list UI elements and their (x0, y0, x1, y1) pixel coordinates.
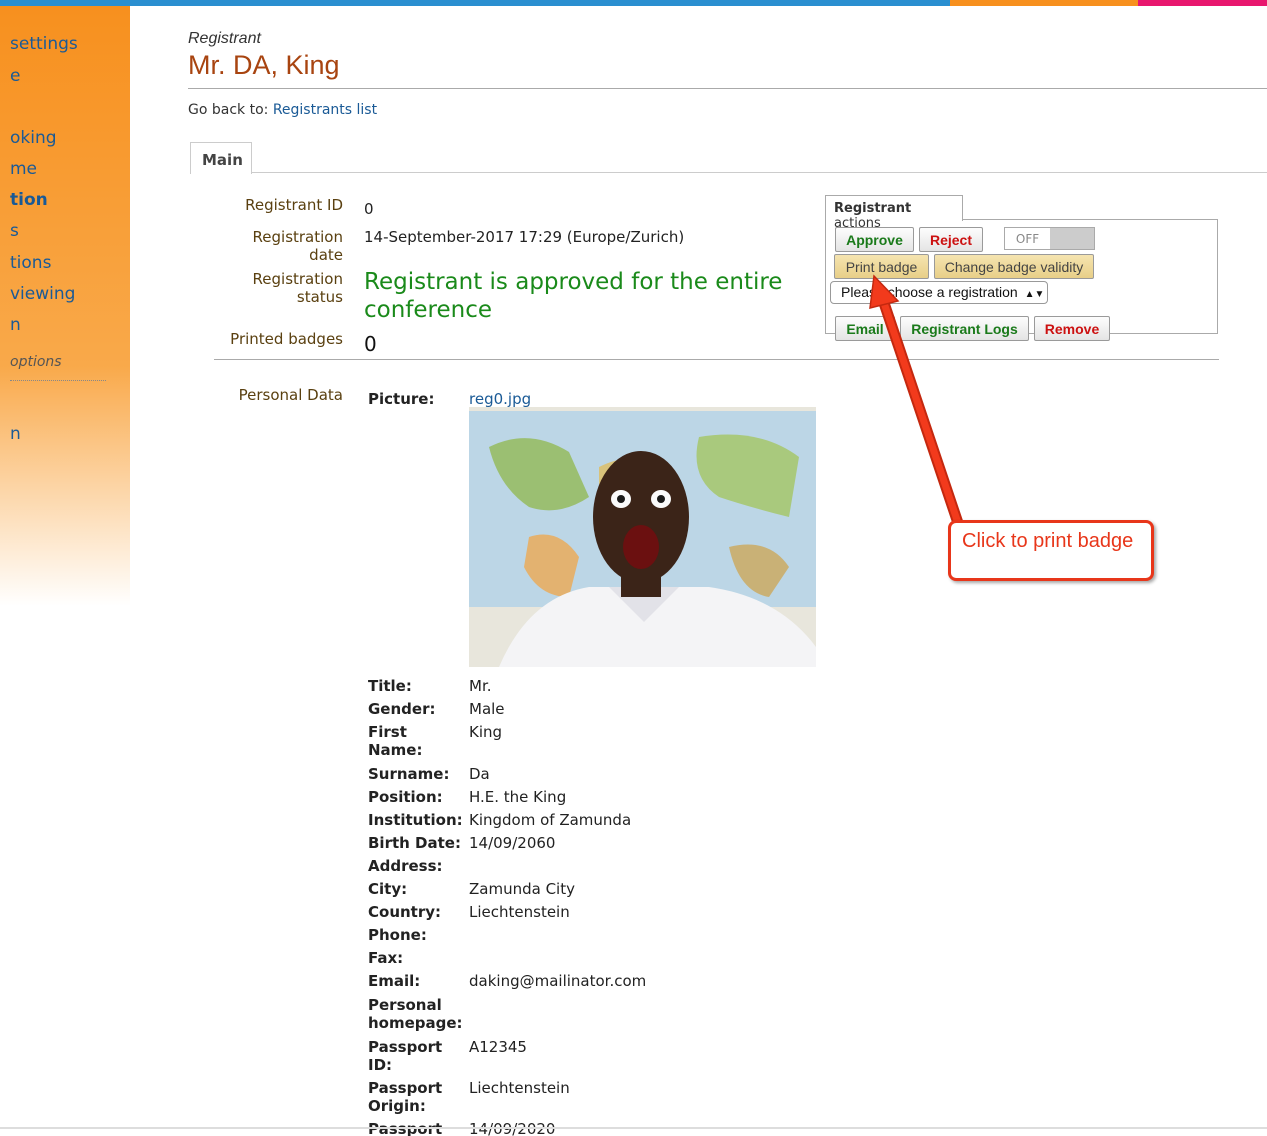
top-bar-pink (1138, 0, 1267, 6)
page-subtitle: Registrant (188, 30, 261, 47)
sidebar-item[interactable]: n (10, 315, 21, 335)
tab-main[interactable]: Main (190, 142, 252, 174)
sidebar: settings e oking me tion s tions viewing… (0, 6, 130, 606)
field-value-country: Liechtenstein (469, 903, 570, 921)
field-value-gender: Male (469, 700, 505, 718)
field-key-position: Position: (368, 788, 443, 806)
field-value-passport-origin: Liechtenstein (469, 1079, 570, 1097)
field-value-city: Zamunda City (469, 880, 575, 898)
field-key-fax: Fax: (368, 949, 404, 967)
registration-select[interactable]: Please choose a registration ▲▼ (830, 281, 1048, 304)
sidebar-section-label: options (10, 354, 62, 370)
sidebar-item[interactable]: oking (10, 128, 57, 148)
registration-select-value: Please choose a registration (841, 284, 1018, 300)
registration-date-value: 14-September-2017 17:29 (Europe/Zurich) (364, 228, 685, 246)
field-value-title: Mr. (469, 677, 492, 695)
field-key-title: Title: (368, 677, 412, 695)
personal-data-label: Personal Data (238, 386, 343, 404)
field-key-gender: Gender: (368, 700, 436, 718)
reject-button[interactable]: Reject (919, 227, 983, 252)
sidebar-item[interactable]: viewing (10, 284, 75, 304)
field-value-first-name: King (469, 723, 503, 741)
registrant-id-label: Registrant ID (245, 196, 343, 214)
sidebar-item[interactable]: n (10, 424, 21, 444)
registration-status-value: Registrant is approved for the entire co… (364, 269, 783, 323)
tab-divider (252, 172, 1267, 173)
field-key-surname: Surname: (368, 765, 450, 783)
field-key-email: Email: (368, 972, 421, 990)
field-key-passport-origin: Passport Origin: (368, 1079, 443, 1115)
picture-file-link[interactable]: reg0.jpg (469, 390, 531, 408)
window-bottom-edge (0, 1127, 1267, 1129)
sidebar-item[interactable]: s (10, 221, 19, 241)
registrant-photo (469, 407, 816, 667)
field-value-passport-id: A12345 (469, 1038, 527, 1056)
registrants-list-link[interactable]: Registrants list (273, 102, 377, 118)
photo-image (469, 407, 816, 667)
field-value-position: H.E. the King (469, 788, 567, 806)
sidebar-item[interactable]: tions (10, 253, 51, 273)
field-value-institution: Kingdom of Zamunda (469, 811, 632, 829)
registration-status-label: Registration status (252, 270, 343, 306)
field-key-phone: Phone: (368, 926, 427, 944)
change-badge-validity-button[interactable]: Change badge validity (934, 254, 1094, 279)
field-key-homepage: Personal homepage: (368, 996, 463, 1032)
field-value-surname: Da (469, 765, 490, 783)
sidebar-item[interactable]: me (10, 159, 37, 179)
actions-tab-rest: actions (834, 216, 881, 231)
sidebar-item[interactable]: e (10, 66, 20, 86)
top-bar-orange (950, 0, 1138, 6)
field-value-birth-date: 14/09/2060 (469, 834, 556, 852)
divider (188, 88, 1267, 89)
email-button[interactable]: Email (835, 316, 895, 341)
field-key-passport-id: Passport ID: (368, 1038, 443, 1074)
sidebar-item[interactable]: settings (10, 34, 78, 54)
registrant-logs-button[interactable]: Registrant Logs (900, 316, 1029, 341)
breadcrumb: Go back to: Registrants list (188, 102, 377, 118)
callout-text: Click to print badge (962, 530, 1134, 552)
page-title: Mr. DA, King (188, 50, 340, 80)
select-arrows-icon: ▲▼ (1024, 289, 1045, 300)
field-value-email: daking@mailinator.com (469, 972, 647, 990)
toggle-off-label: OFF (1005, 228, 1050, 249)
print-badge-button[interactable]: Print badge (834, 254, 929, 279)
top-color-bar (0, 0, 1267, 6)
picture-label: Picture: (368, 390, 435, 408)
registration-date-label: Registration date (252, 228, 343, 264)
field-key-birth-date: Birth Date: (368, 834, 461, 852)
sidebar-divider (10, 380, 106, 381)
registrant-id-value: 0 (364, 200, 374, 218)
field-key-country: Country: (368, 903, 442, 921)
divider (214, 359, 1219, 360)
top-bar-blue (0, 0, 950, 6)
printed-badges-value: 0 (364, 332, 377, 356)
actions-tab-bold: Registrant (834, 201, 912, 216)
field-key-institution: Institution: (368, 811, 463, 829)
remove-button[interactable]: Remove (1034, 316, 1110, 341)
callout-box: Click to print badge (948, 520, 1154, 581)
field-key-address: Address: (368, 857, 443, 875)
field-key-city: City: (368, 880, 408, 898)
breadcrumb-prefix: Go back to: (188, 102, 269, 118)
field-key-first-name: First Name: (368, 723, 423, 759)
sidebar-item-active[interactable]: tion (10, 190, 48, 210)
printed-badges-label: Printed badges (230, 330, 343, 348)
badge-toggle[interactable]: OFF (1004, 227, 1095, 250)
registrant-actions-tab: Registrant actions (825, 195, 963, 231)
